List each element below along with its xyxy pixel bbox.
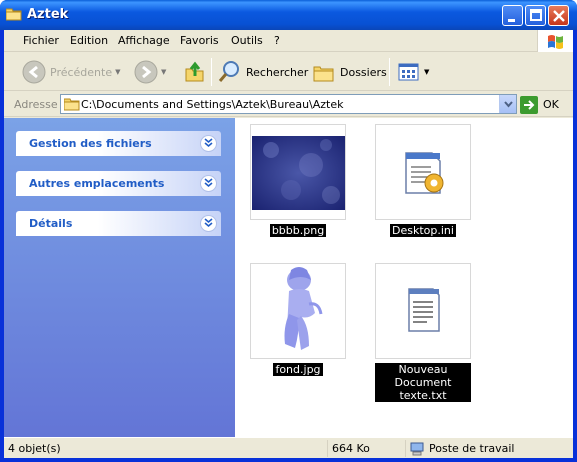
search-button[interactable]: Rechercher [218, 58, 308, 86]
menu-fichier[interactable]: Fichier [23, 34, 59, 47]
toolbar-separator [211, 58, 212, 86]
folders-button[interactable]: Dossiers [312, 58, 387, 86]
file-thumbnail [375, 124, 471, 220]
maximize-button[interactable] [525, 5, 546, 26]
task-pane: Gestion des fichiers Autres emplacements… [4, 118, 235, 437]
file-view: bbbb.png Desktop.ini fond.jpg Nouveau Do… [235, 118, 573, 437]
minimize-button[interactable] [502, 5, 523, 26]
search-label: Rechercher [246, 65, 309, 79]
back-dropdown-icon[interactable]: ▼ [115, 68, 120, 76]
title-bar[interactable]: Aztek [0, 0, 577, 30]
status-object-count: 4 objet(s) [8, 442, 61, 455]
address-label: Adresse [14, 98, 58, 111]
task-section-other-places[interactable]: Autres emplacements [16, 171, 221, 196]
minimize-icon [508, 19, 515, 22]
task-section-details[interactable]: Détails [16, 211, 221, 236]
task-section-label: Autres emplacements [29, 177, 165, 190]
search-icon [218, 61, 239, 82]
forward-arrow-icon [134, 60, 158, 84]
my-computer-icon [410, 442, 424, 455]
toolbar-separator [389, 58, 390, 86]
file-thumbnail [375, 263, 471, 359]
chevron-down-icon[interactable] [200, 135, 217, 152]
text-file-icon [408, 288, 440, 332]
file-name: Desktop.ini [390, 224, 456, 237]
address-dropdown-button[interactable] [499, 95, 516, 113]
explorer-window: Aztek Fichier Edition Affichage Favoris … [0, 0, 577, 462]
file-name: fond.jpg [273, 363, 323, 376]
status-size: 664 Ko [327, 440, 405, 457]
go-label: OK [543, 98, 559, 111]
task-section-label: Gestion des fichiers [29, 137, 152, 150]
folder-icon [6, 8, 22, 21]
up-folder-button[interactable] [184, 58, 206, 86]
status-location: Poste de travail [405, 440, 573, 457]
image-thumbnail-icon [252, 265, 345, 358]
status-bar: 4 objet(s) 664 Ko Poste de travail [4, 437, 573, 458]
menu-affichage[interactable]: Affichage [118, 34, 170, 47]
close-icon [553, 10, 565, 22]
menu-favoris[interactable]: Favoris [180, 34, 219, 47]
task-section-label: Détails [29, 217, 73, 230]
chevron-down-icon [504, 101, 513, 108]
back-arrow-icon [22, 60, 46, 84]
status-location-label: Poste de travail [429, 442, 515, 455]
address-path: C:\Documents and Settings\Aztek\Bureau\A… [81, 98, 344, 111]
address-input[interactable]: C:\Documents and Settings\Aztek\Bureau\A… [60, 94, 517, 114]
file-name: bbbb.png [269, 224, 327, 237]
task-section-file-management[interactable]: Gestion des fichiers [16, 131, 221, 156]
config-file-icon [405, 152, 444, 194]
go-arrow-icon [520, 95, 538, 114]
image-thumbnail [250, 124, 346, 220]
forward-dropdown-icon[interactable]: ▼ [161, 68, 166, 76]
windows-flag-icon [548, 35, 563, 49]
menu-bar: Fichier Edition Affichage Favoris Outils… [4, 30, 573, 52]
views-dropdown-icon[interactable]: ▼ [424, 68, 429, 76]
up-folder-icon [185, 61, 204, 82]
folders-label: Dossiers [340, 65, 387, 79]
back-label: Précédente [50, 65, 113, 79]
maximize-icon [530, 9, 542, 21]
close-button[interactable] [548, 5, 569, 26]
menu-edition[interactable]: Edition [70, 34, 108, 47]
menu-outils[interactable]: Outils [231, 34, 263, 47]
image-thumbnail-icon [252, 136, 345, 210]
image-thumbnail [250, 263, 346, 359]
forward-button[interactable]: ▼ [134, 58, 166, 86]
address-bar: Adresse C:\Documents and Settings\Aztek\… [4, 92, 573, 117]
file-name: Nouveau Document texte.txt [375, 363, 471, 402]
folder-icon [64, 98, 80, 111]
chevron-down-icon[interactable] [200, 215, 217, 232]
back-button[interactable]: Précédente ▼ [22, 58, 121, 86]
go-button[interactable]: OK [520, 95, 559, 114]
window-title: Aztek [27, 7, 69, 22]
folders-icon [313, 66, 334, 82]
chevron-down-icon[interactable] [200, 175, 217, 192]
standard-toolbar: Précédente ▼ ▼ Rechercher Dossiers ▼ [4, 53, 573, 91]
views-icon [398, 63, 419, 81]
windows-logo [537, 30, 573, 52]
window-body: Fichier Edition Affichage Favoris Outils… [4, 30, 573, 458]
views-button[interactable]: ▼ [397, 58, 429, 86]
menu-help[interactable]: ? [274, 34, 280, 47]
